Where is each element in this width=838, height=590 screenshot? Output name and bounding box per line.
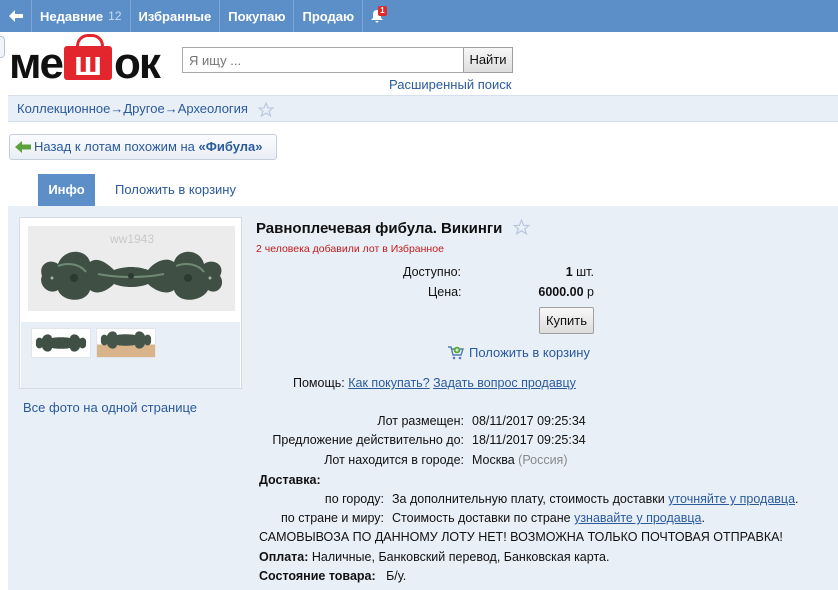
- breadcrumb-separator: →: [164, 101, 178, 116]
- payment-row: Оплата: Наличные, Банковский перевод, Ба…: [259, 550, 610, 564]
- green-arrow-left-icon: [15, 141, 31, 153]
- advanced-search-link[interactable]: Расширенный поиск: [389, 77, 511, 92]
- notifications-count-badge: 1: [378, 6, 387, 16]
- nav-buying[interactable]: Покупаю: [220, 0, 295, 32]
- delivery-heading: Доставка:: [259, 473, 321, 487]
- lot-title-text: Равноплечевая фибула. Викинги: [256, 220, 503, 237]
- condition-row: Состояние товара: Б/у.: [259, 569, 407, 583]
- breadcrumb-item-other[interactable]: Другое: [123, 101, 164, 116]
- breadcrumb-item-collectibles[interactable]: Коллекционное: [17, 101, 110, 116]
- help-label: Помощь:: [293, 376, 345, 390]
- notifications-button[interactable]: 1: [363, 0, 391, 32]
- price-value: 6000.00 р: [538, 285, 594, 299]
- delivery-world-text: Стоимость доставки по стране узнавайте у…: [392, 511, 705, 525]
- placed-value: 08/11/2017 09:25:34: [472, 414, 586, 428]
- nav-favorites-label: Избранные: [138, 8, 212, 24]
- delivery-world-link[interactable]: узнавайте у продавца: [574, 511, 701, 525]
- fibula-thumbnail-image: [100, 331, 152, 349]
- search-input[interactable]: [182, 47, 464, 73]
- back-arrow-button[interactable]: [0, 0, 32, 32]
- buy-button[interactable]: Купить: [539, 307, 594, 334]
- lot-title: Равноплечевая фибула. Викинги: [256, 219, 530, 237]
- top-nav: Недавние 12 Избранные Покупаю Продаю 1: [0, 0, 838, 32]
- thumbnail-strip: [21, 322, 240, 388]
- fibula-thumbnail-image: [35, 334, 87, 352]
- help-row: Помощь: Как покупать? Задать вопрос прод…: [293, 376, 576, 390]
- available-label: Доступно:: [403, 265, 462, 279]
- breadcrumb-separator: →: [110, 101, 124, 116]
- tab-info[interactable]: Инфо: [38, 174, 95, 206]
- add-to-cart-label: Положить в корзину: [469, 345, 590, 360]
- all-photos-link[interactable]: Все фото на одной странице: [23, 400, 197, 415]
- delivery-world-label: по стране и миру:: [281, 511, 384, 525]
- ask-seller-link[interactable]: Задать вопрос продавцу: [433, 376, 576, 390]
- valid-until-value: 18/11/2017 09:25:34: [472, 433, 586, 447]
- nav-buying-label: Покупаю: [228, 8, 286, 24]
- placed-label: Лот размещен:: [377, 414, 464, 428]
- add-to-cart-link[interactable]: Положить в корзину: [447, 345, 590, 360]
- delivery-city-label: по городу:: [324, 492, 384, 506]
- back-button-text: Назад к лотам похожим на: [34, 139, 199, 154]
- nav-selling[interactable]: Продаю: [294, 0, 364, 32]
- photo-gallery: ww1943: [19, 217, 242, 389]
- back-to-similar-lots-button[interactable]: Назад к лотам похожим на «Фибула»: [9, 134, 277, 160]
- search-button[interactable]: Найти: [463, 47, 513, 73]
- available-value: 1 шт.: [565, 265, 594, 279]
- pickup-notice: САМОВЫВОЗА ПО ДАННОМУ ЛОТУ НЕТ! ВОЗМОЖНА…: [259, 530, 783, 544]
- main-photo[interactable]: ww1943: [28, 226, 235, 311]
- arrow-left-icon: [8, 10, 23, 22]
- how-to-buy-link[interactable]: Как покупать?: [348, 376, 429, 390]
- valid-until-label: Предложение действительно до:: [272, 433, 464, 447]
- site-logo[interactable]: ме ш ок: [9, 34, 161, 86]
- nav-recent-label: Недавние: [40, 8, 104, 24]
- price-label: Цена:: [428, 285, 462, 299]
- city-value: Москва (Россия): [472, 453, 568, 467]
- nav-recent[interactable]: Недавние 12: [32, 0, 131, 32]
- back-button-query: «Фибула»: [198, 139, 263, 154]
- thumbnail-2[interactable]: [96, 328, 156, 358]
- nav-favorites[interactable]: Избранные: [131, 0, 221, 32]
- nav-selling-label: Продаю: [302, 8, 355, 24]
- logo-bag-icon: ш: [64, 34, 113, 82]
- breadcrumb-item-archaeology[interactable]: Археология: [178, 101, 248, 116]
- favorites-count-note: 2 человека добавили лот в Избранное: [256, 243, 444, 255]
- thumbnail-1[interactable]: [31, 328, 91, 358]
- delivery-city-text: За дополнительную плату, стоимость доста…: [392, 492, 799, 506]
- star-icon[interactable]: [257, 102, 274, 118]
- side-panel-handle[interactable]: [0, 36, 5, 58]
- cart-add-icon: [448, 346, 464, 360]
- tab-add-to-cart[interactable]: Положить в корзину: [115, 182, 236, 197]
- delivery-city-link[interactable]: уточняйте у продавца: [668, 492, 795, 506]
- star-icon[interactable]: [512, 219, 530, 235]
- photo-watermark: ww1943: [110, 232, 155, 246]
- city-label: Лот находится в городе:: [324, 453, 464, 467]
- breadcrumb: Коллекционное→Другое→Археология: [8, 95, 838, 122]
- nav-recent-count: 12: [108, 9, 122, 23]
